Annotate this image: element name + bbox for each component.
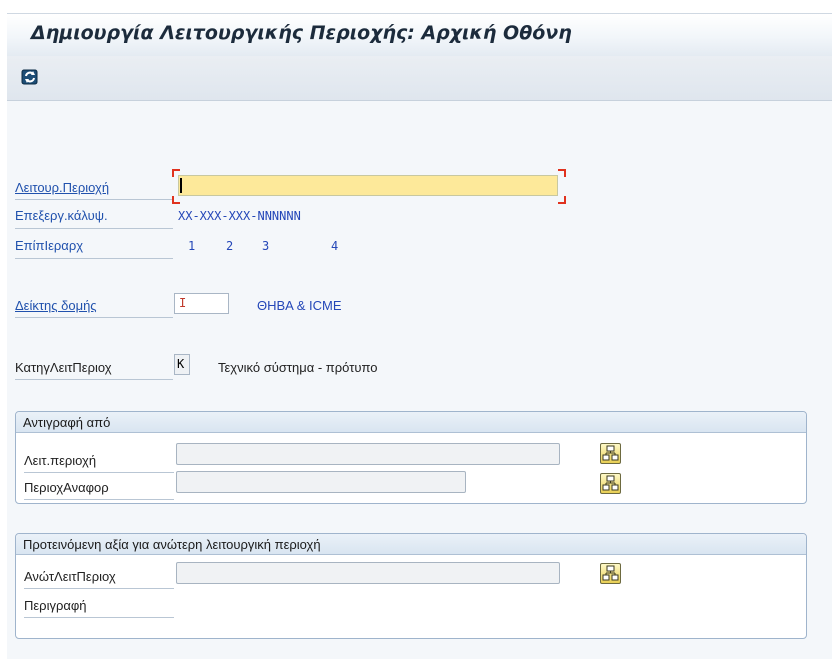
hierarchy-search-icon[interactable] (600, 443, 621, 464)
application-toolbar (7, 56, 832, 101)
superior-location-input[interactable] (176, 562, 560, 584)
focus-corner-tr (558, 169, 566, 177)
edit-mask-value: XX-XXX-XXX-NNNNNN (178, 209, 301, 223)
label-underline (24, 472, 174, 473)
refresh-icon[interactable] (20, 67, 40, 87)
hierarchy-search-icon[interactable] (600, 473, 621, 494)
superior-location-group: Προτεινόμενη αξία για ανώτερη λειτουργικ… (15, 533, 807, 639)
structure-indicator-label[interactable]: Δείκτης δομής (15, 298, 97, 313)
label-underline (15, 317, 173, 318)
structure-indicator-description: ΘΗΒΑ & ICME (257, 298, 342, 313)
copy-func-location-input[interactable] (176, 443, 560, 465)
copy-reference-location-input[interactable] (176, 471, 466, 493)
focus-corner-tl (172, 169, 180, 177)
focus-corner-bl (172, 196, 180, 204)
hierarchy-level-3: 3 (262, 239, 270, 253)
fl-category-value: K (174, 354, 190, 375)
copy-reference-location-label: ΠεριοχΑναφορ (24, 480, 109, 495)
label-underline (15, 199, 173, 200)
hierarchy-level-1: 1 (188, 239, 196, 253)
hierarchy-level-2: 2 (226, 239, 234, 253)
description-label: Περιγραφή (24, 598, 87, 613)
page-title: Δημιουργία Λειτουργικής Περιοχής: Αρχική… (31, 22, 572, 44)
fl-category-description: Τεχνικό σύστημα - πρότυπο (218, 360, 378, 375)
label-underline (24, 588, 174, 589)
copy-from-title: Αντιγραφή από (23, 415, 111, 430)
copy-func-location-label: Λειτ.περιοχή (24, 453, 97, 468)
superior-location-header: Προτεινόμενη αξία για ανώτερη λειτουργικ… (16, 534, 806, 555)
focus-corner-br (558, 196, 566, 204)
label-underline (15, 379, 173, 380)
structure-indicator-input[interactable]: I (174, 293, 229, 314)
label-underline (15, 258, 173, 259)
text-cursor (180, 178, 182, 193)
functional-location-input[interactable] (178, 175, 558, 196)
title-bar: Δημιουργία Λειτουργικής Περιοχής: Αρχική… (7, 13, 832, 56)
fl-category-label: ΚατηγΛειτΠεριοχ (15, 360, 112, 375)
sap-window: Δημιουργία Λειτουργικής Περιοχής: Αρχική… (0, 0, 832, 659)
functional-location-label[interactable]: Λειτουρ.Περιοχή (15, 180, 109, 195)
edit-mask-label: Επεξεργ.κάλυψ. (15, 208, 108, 223)
hierarchy-search-icon[interactable] (600, 563, 621, 584)
superior-location-title: Προτεινόμενη αξία για ανώτερη λειτουργικ… (23, 537, 321, 552)
label-underline (24, 499, 174, 500)
superior-location-label: ΑνώτΛειτΠεριοχ (24, 569, 116, 584)
hierarchy-level-4: 4 (331, 239, 339, 253)
hierarchy-levels-label: ΕπίπΙεραρχ (15, 238, 84, 253)
label-underline (24, 617, 174, 618)
copy-from-header: Αντιγραφή από (16, 412, 806, 433)
label-underline (15, 228, 173, 229)
